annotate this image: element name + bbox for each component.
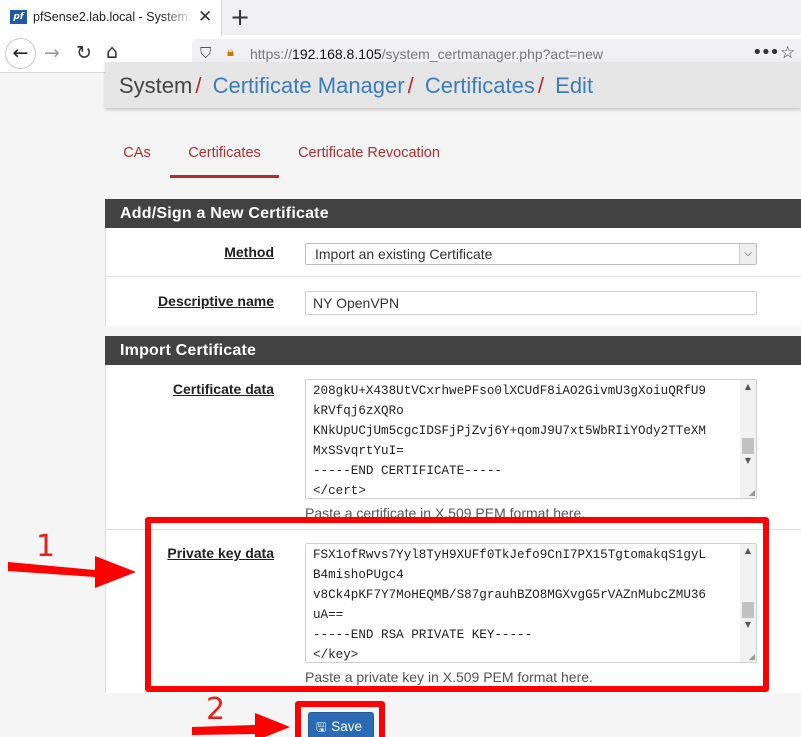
- breadcrumb-separator: /: [407, 73, 414, 98]
- star-icon[interactable]: ☆: [780, 43, 795, 63]
- method-select[interactable]: Import an existing Certificate ⌵: [305, 243, 757, 265]
- url-host: 192.168.8.105: [292, 46, 382, 62]
- annotation-step-2: 2: [206, 692, 226, 727]
- breadcrumb-separator: /: [195, 73, 202, 98]
- method-select-value: Import an existing Certificate: [315, 246, 493, 262]
- breadcrumb-bar: System / Certificate Manager / Certificate…: [105, 62, 801, 108]
- reload-icon[interactable]: ↻: [76, 41, 92, 65]
- add-sign-header: Add/Sign a New Certificate: [105, 199, 801, 228]
- forward-icon[interactable]: →: [44, 41, 60, 65]
- certificate-data-label: Certificate data: [172, 381, 274, 397]
- chevron-down-icon[interactable]: ⌵: [739, 244, 756, 264]
- screenshot-root: pf pfSense2.lab.local - System: Certific…: [0, 0, 801, 737]
- annotation-step-1: 1: [36, 529, 56, 564]
- close-tab-icon[interactable]: ✕: [198, 7, 212, 27]
- scroll-up-icon[interactable]: ▲: [740, 380, 756, 394]
- browser-tab-title: pfSense2.lab.local - System: Certificate…: [33, 10, 193, 24]
- tab-cas[interactable]: CAs: [115, 135, 159, 178]
- import-certificate-header: Import Certificate: [105, 336, 801, 365]
- certificate-scrollbar[interactable]: ▲ ▼: [740, 380, 756, 498]
- browser-tab[interactable]: pf pfSense2.lab.local - System: Certific…: [0, 0, 222, 35]
- breadcrumb-certificate-manager[interactable]: Certificate Manager: [213, 73, 405, 98]
- certificate-data-text: 208gkU+X438UtVCxrhwePFso0lXCUdF8iAO2Givm…: [313, 384, 706, 498]
- scroll-thumb[interactable]: [742, 438, 754, 454]
- more-icon[interactable]: •••: [752, 42, 780, 63]
- url-scheme: https://: [250, 46, 293, 62]
- breadcrumb-certificates[interactable]: Certificates: [425, 73, 535, 98]
- back-icon[interactable]: ←: [5, 38, 36, 69]
- browser-tab-bar: pf pfSense2.lab.local - System: Certific…: [0, 0, 801, 35]
- breadcrumb-system: System: [119, 73, 193, 98]
- lock-warning-icon[interactable]: 🔒︎: [227, 45, 234, 60]
- breadcrumb: System / Certificate Manager / Certificate…: [119, 73, 593, 99]
- highlight-box-private-key: [145, 517, 769, 692]
- add-sign-panel: Method Import an existing Certificate ⌵ …: [105, 228, 801, 326]
- new-tab-icon[interactable]: +: [230, 3, 250, 31]
- home-icon[interactable]: ⌂: [106, 40, 118, 64]
- row-divider: [106, 276, 801, 277]
- descriptive-name-label: Descriptive name: [158, 293, 274, 309]
- tab-certificates[interactable]: Certificates: [170, 135, 279, 178]
- url-path: /system_certmanager.php?act=new: [381, 46, 603, 62]
- certificate-data-textarea[interactable]: 208gkU+X438UtVCxrhwePFso0lXCUdF8iAO2Givm…: [305, 379, 757, 499]
- pfsense-favicon-icon: pf: [10, 10, 27, 24]
- breadcrumb-edit[interactable]: Edit: [555, 73, 593, 98]
- scroll-down-icon[interactable]: ▼: [740, 454, 756, 468]
- url-text[interactable]: https://192.168.8.105/system_certmanager…: [250, 46, 603, 62]
- tab-certificate-revocation[interactable]: Certificate Revocation: [293, 135, 445, 178]
- highlight-box-save: [295, 701, 385, 737]
- resize-handle-icon[interactable]: ◢: [749, 489, 755, 497]
- shield-icon[interactable]: ⛉: [200, 44, 211, 62]
- descriptive-name-input[interactable]: NY OpenVPN: [305, 291, 757, 315]
- page-tabs: CAs Certificates Certificate Revocation: [105, 135, 801, 180]
- breadcrumb-separator: /: [537, 73, 545, 98]
- method-label: Method: [224, 244, 274, 260]
